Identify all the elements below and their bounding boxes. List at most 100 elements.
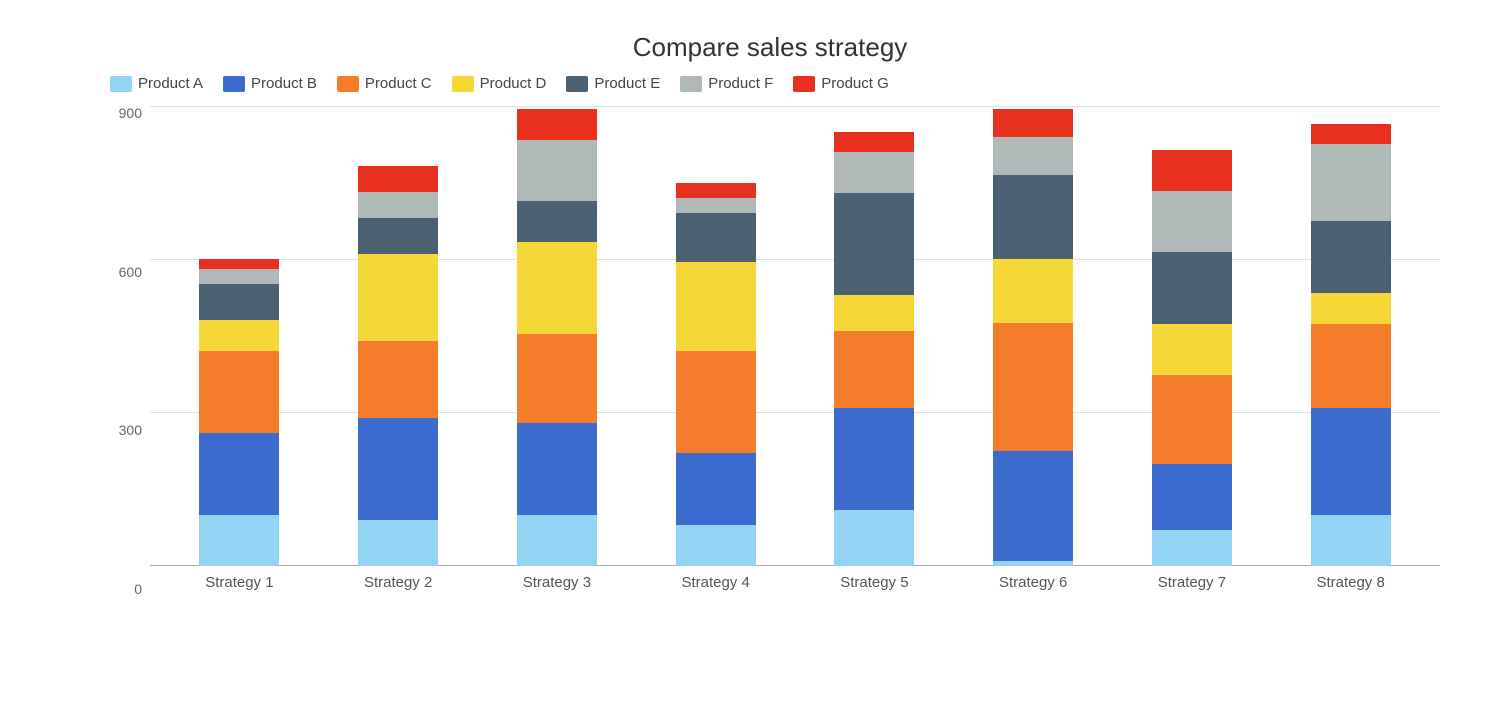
y-tick: 300 bbox=[119, 423, 142, 437]
x-labels: Strategy 1 Strategy 2 Strategy 3 Strategy 4… bbox=[150, 568, 1440, 596]
bar-segment-productC bbox=[517, 334, 597, 423]
bar-segment-productA bbox=[517, 515, 597, 566]
bar-segment-productA bbox=[1152, 530, 1232, 566]
bar-group bbox=[194, 259, 284, 566]
x-label: Strategy 4 bbox=[671, 574, 761, 591]
bar-stack bbox=[1152, 150, 1232, 566]
legend-item-product-e: Product E bbox=[566, 75, 660, 92]
bar-segment-productE bbox=[834, 193, 914, 295]
bar-segment-productA bbox=[1311, 515, 1391, 566]
bar-segment-productB bbox=[993, 451, 1073, 561]
bar-stack bbox=[834, 132, 914, 566]
bar-segment-productC bbox=[993, 323, 1073, 451]
bar-segment-productG bbox=[676, 183, 756, 198]
bar-stack bbox=[358, 166, 438, 566]
bar-segment-productE bbox=[1311, 221, 1391, 293]
bar-segment-productD bbox=[1311, 293, 1391, 324]
bar-group bbox=[353, 166, 443, 566]
bars-area bbox=[150, 106, 1440, 566]
x-label: Strategy 3 bbox=[512, 574, 602, 591]
bar-segment-productC bbox=[676, 351, 756, 453]
bar-segment-productA bbox=[993, 561, 1073, 566]
bar-group bbox=[988, 109, 1078, 566]
bar-group bbox=[829, 132, 919, 566]
bar-segment-productF bbox=[993, 137, 1073, 175]
bar-segment-productG bbox=[1311, 124, 1391, 144]
legend-color bbox=[793, 76, 815, 92]
legend-item-product-f: Product F bbox=[680, 75, 773, 92]
legend-color bbox=[110, 76, 132, 92]
bar-segment-productF bbox=[1152, 191, 1232, 252]
bar-segment-productC bbox=[199, 351, 279, 433]
bar-segment-productD bbox=[1152, 324, 1232, 375]
bar-segment-productA bbox=[676, 525, 756, 566]
bar-segment-productC bbox=[358, 341, 438, 418]
bar-segment-productE bbox=[676, 213, 756, 262]
bar-segment-productE bbox=[993, 175, 1073, 259]
bar-segment-productD bbox=[199, 320, 279, 351]
legend-label: Product A bbox=[138, 75, 203, 92]
chart-title: Compare sales strategy bbox=[100, 32, 1440, 63]
bar-segment-productF bbox=[676, 198, 756, 213]
y-tick: 600 bbox=[119, 265, 142, 279]
legend-color bbox=[452, 76, 474, 92]
legend-item-product-a: Product A bbox=[110, 75, 203, 92]
bar-segment-productG bbox=[834, 132, 914, 152]
bar-segment-productB bbox=[517, 423, 597, 515]
legend-color bbox=[566, 76, 588, 92]
bar-segment-productF bbox=[199, 269, 279, 284]
bar-segment-productF bbox=[834, 152, 914, 193]
bar-segment-productD bbox=[993, 259, 1073, 323]
bar-segment-productF bbox=[517, 140, 597, 201]
bar-group bbox=[1306, 124, 1396, 566]
bar-segment-productD bbox=[676, 262, 756, 351]
y-axis: 900 600 300 0 bbox=[100, 106, 150, 596]
bar-segment-productC bbox=[1152, 375, 1232, 464]
bar-segment-productD bbox=[517, 242, 597, 334]
bar-segment-productG bbox=[199, 259, 279, 269]
bar-stack bbox=[199, 259, 279, 566]
bar-segment-productC bbox=[1311, 324, 1391, 408]
bar-segment-productD bbox=[834, 295, 914, 331]
bar-segment-productG bbox=[1152, 150, 1232, 191]
legend-item-product-c: Product C bbox=[337, 75, 432, 92]
bar-stack bbox=[993, 109, 1073, 566]
bar-segment-productF bbox=[358, 192, 438, 218]
bar-segment-productE bbox=[358, 218, 438, 254]
legend-color bbox=[223, 76, 245, 92]
bar-segment-productB bbox=[834, 408, 914, 510]
bar-segment-productB bbox=[199, 433, 279, 515]
legend-label: Product E bbox=[594, 75, 660, 92]
x-label: Strategy 7 bbox=[1147, 574, 1237, 591]
legend-label: Product B bbox=[251, 75, 317, 92]
bar-segment-productB bbox=[1152, 464, 1232, 530]
chart-container: Compare sales strategy Product A Product… bbox=[20, 12, 1480, 712]
bar-segment-productB bbox=[358, 418, 438, 520]
x-label: Strategy 8 bbox=[1306, 574, 1396, 591]
x-label: Strategy 2 bbox=[353, 574, 443, 591]
chart-area: 9006003000 Strategy 1Strategy 2Strategy … bbox=[100, 106, 1440, 596]
legend-label: Product D bbox=[480, 75, 547, 92]
bar-group bbox=[512, 109, 602, 566]
chart-legend: Product A Product B Product C Product D … bbox=[100, 75, 1440, 92]
legend-label: Product G bbox=[821, 75, 889, 92]
bar-segment-productB bbox=[676, 453, 756, 525]
bar-segment-productA bbox=[358, 520, 438, 566]
y-tick: 900 bbox=[119, 106, 142, 120]
legend-label: Product F bbox=[708, 75, 773, 92]
bar-segment-productE bbox=[1152, 252, 1232, 324]
bar-stack bbox=[517, 109, 597, 566]
legend-label: Product C bbox=[365, 75, 432, 92]
legend-item-product-d: Product D bbox=[452, 75, 547, 92]
x-label: Strategy 1 bbox=[194, 574, 284, 591]
bar-group bbox=[1147, 150, 1237, 566]
legend-item-product-b: Product B bbox=[223, 75, 317, 92]
bar-segment-productA bbox=[834, 510, 914, 566]
y-tick: 0 bbox=[134, 582, 142, 596]
bar-stack bbox=[676, 183, 756, 566]
bar-segment-productG bbox=[358, 166, 438, 192]
bar-segment-productG bbox=[517, 109, 597, 140]
legend-item-product-g: Product G bbox=[793, 75, 889, 92]
bar-segment-productA bbox=[199, 515, 279, 566]
legend-color bbox=[680, 76, 702, 92]
